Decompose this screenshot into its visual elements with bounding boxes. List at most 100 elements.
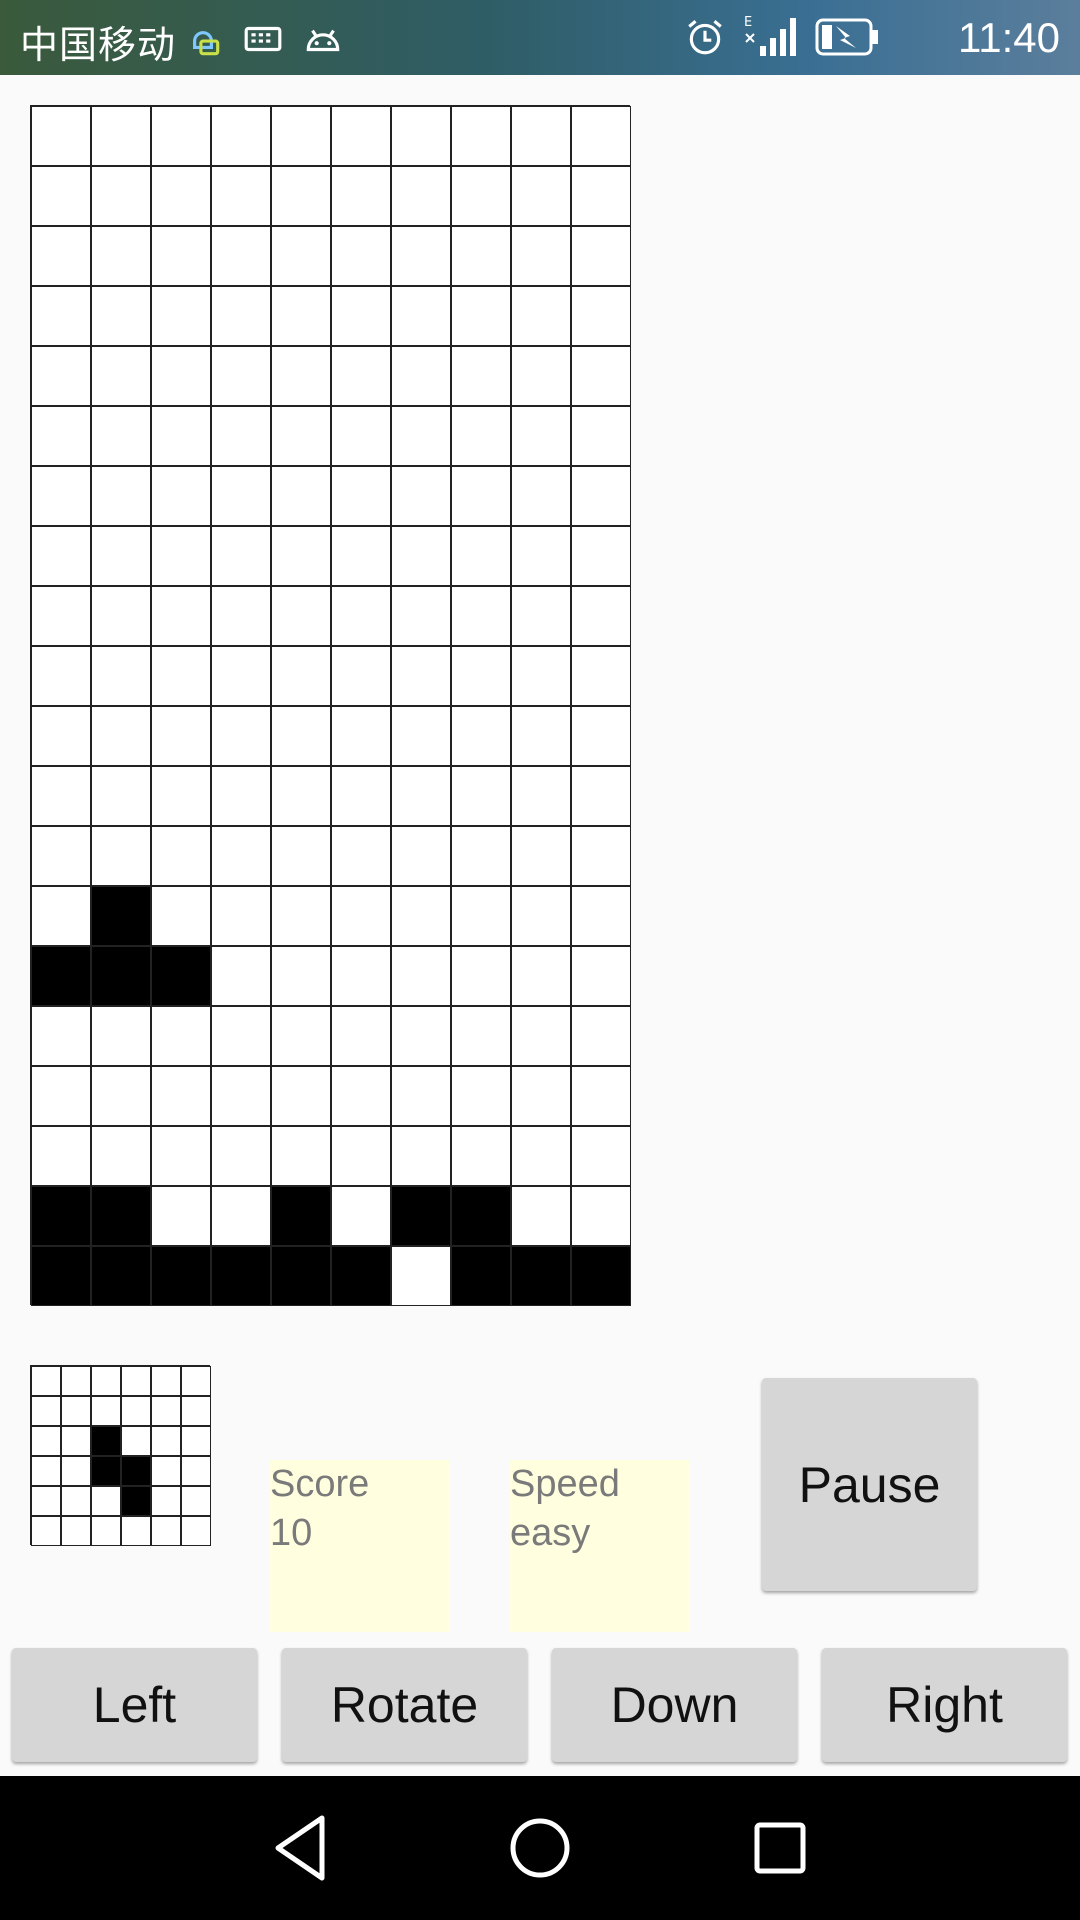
network-type-label: E	[744, 15, 752, 30]
board-cell-empty	[511, 1126, 571, 1186]
board-cell-filled	[91, 946, 151, 1006]
rotate-button[interactable]: Rotate	[282, 1648, 527, 1762]
preview-cell-empty	[121, 1516, 151, 1546]
board-cell-empty	[271, 466, 331, 526]
pause-button[interactable]: Pause	[762, 1378, 977, 1591]
down-button[interactable]: Down	[552, 1648, 797, 1762]
board-cell-empty	[571, 466, 631, 526]
home-icon[interactable]	[508, 1813, 572, 1883]
board-cell-empty	[451, 586, 511, 646]
board-cell-empty	[511, 1006, 571, 1066]
board-cell-filled	[331, 1246, 391, 1306]
board-cell-filled	[31, 1186, 91, 1246]
board-cell-empty	[511, 586, 571, 646]
board-cell-empty	[31, 346, 91, 406]
preview-cell-filled	[91, 1426, 121, 1456]
board-cell-empty	[511, 886, 571, 946]
preview-cell-empty	[181, 1516, 211, 1546]
board-cell-empty	[571, 646, 631, 706]
board-cell-filled	[511, 1246, 571, 1306]
board-cell-empty	[391, 346, 451, 406]
board-cell-empty	[451, 766, 511, 826]
recents-icon[interactable]	[752, 1813, 808, 1883]
back-icon[interactable]	[272, 1813, 328, 1883]
board-cell-empty	[31, 766, 91, 826]
preview-cell-empty	[181, 1426, 211, 1456]
board-cell-empty	[151, 106, 211, 166]
board-cell-empty	[31, 1006, 91, 1066]
carrier-name: 中国移动	[20, 23, 177, 67]
system-icons: E	[684, 14, 880, 60]
speed-label: Speed	[510, 1463, 620, 1505]
board-cell-empty	[571, 946, 631, 1006]
left-button[interactable]: Left	[12, 1648, 257, 1762]
preview-cell-empty	[151, 1456, 181, 1486]
board-cell-filled	[451, 1246, 511, 1306]
board-cell-filled	[151, 1246, 211, 1306]
board-cell-empty	[151, 586, 211, 646]
board-cell-empty	[211, 286, 271, 346]
board-cell-filled	[271, 1246, 331, 1306]
board-cell-empty	[451, 106, 511, 166]
board-cell-empty	[511, 1186, 571, 1246]
board-cell-empty	[271, 226, 331, 286]
board-cell-empty	[331, 766, 391, 826]
board-cell-empty	[211, 1126, 271, 1186]
board-cell-empty	[451, 826, 511, 886]
board-cell-empty	[391, 766, 451, 826]
board-cell-empty	[451, 406, 511, 466]
preview-cell-empty	[181, 1396, 211, 1426]
board-cell-empty	[271, 946, 331, 1006]
board-cell-empty	[91, 1126, 151, 1186]
board-cell-empty	[331, 886, 391, 946]
preview-cell-empty	[91, 1396, 121, 1426]
board-cell-empty	[91, 586, 151, 646]
board-cell-empty	[211, 106, 271, 166]
board-cell-empty	[91, 766, 151, 826]
notification-icons	[182, 18, 344, 60]
board-cell-empty	[391, 646, 451, 706]
board-cell-filled	[571, 1246, 631, 1306]
board-cell-empty	[211, 526, 271, 586]
board-cell-empty	[511, 106, 571, 166]
board-cell-empty	[451, 646, 511, 706]
board-cell-empty	[91, 706, 151, 766]
board-cell-empty	[571, 1186, 631, 1246]
preview-cell-empty	[31, 1426, 61, 1456]
board-cell-empty	[511, 286, 571, 346]
android-icon	[306, 29, 340, 52]
status-bar: 中国移动 E 11:40	[0, 0, 1080, 75]
preview-cell-filled	[91, 1456, 121, 1486]
preview-cell-empty	[151, 1366, 181, 1396]
board-cell-empty	[571, 886, 631, 946]
board-cell-empty	[31, 106, 91, 166]
board-cell-empty	[391, 946, 451, 1006]
right-button[interactable]: Right	[822, 1648, 1067, 1762]
board-cell-empty	[391, 406, 451, 466]
board-cell-empty	[91, 526, 151, 586]
board-cell-empty	[151, 766, 211, 826]
board-cell-empty	[571, 346, 631, 406]
preview-cell-empty	[121, 1396, 151, 1426]
board-cell-empty	[511, 1066, 571, 1126]
preview-cell-empty	[91, 1366, 121, 1396]
board-cell-empty	[211, 1006, 271, 1066]
board-cell-empty	[331, 226, 391, 286]
board-cell-empty	[151, 226, 211, 286]
board-cell-empty	[391, 706, 451, 766]
board-cell-empty	[271, 766, 331, 826]
board-cell-filled	[211, 1246, 271, 1306]
board-cell-empty	[91, 646, 151, 706]
board-cell-empty	[331, 406, 391, 466]
board-cell-empty	[91, 1066, 151, 1126]
alarm-icon	[688, 20, 722, 55]
board-cell-filled	[31, 946, 91, 1006]
board-cell-empty	[91, 1006, 151, 1066]
preview-cell-empty	[31, 1486, 61, 1516]
board-cell-empty	[331, 646, 391, 706]
board-cell-empty	[151, 406, 211, 466]
preview-cell-filled	[121, 1456, 151, 1486]
board-cell-empty	[211, 166, 271, 226]
board-cell-empty	[211, 1186, 271, 1246]
board-cell-empty	[31, 646, 91, 706]
